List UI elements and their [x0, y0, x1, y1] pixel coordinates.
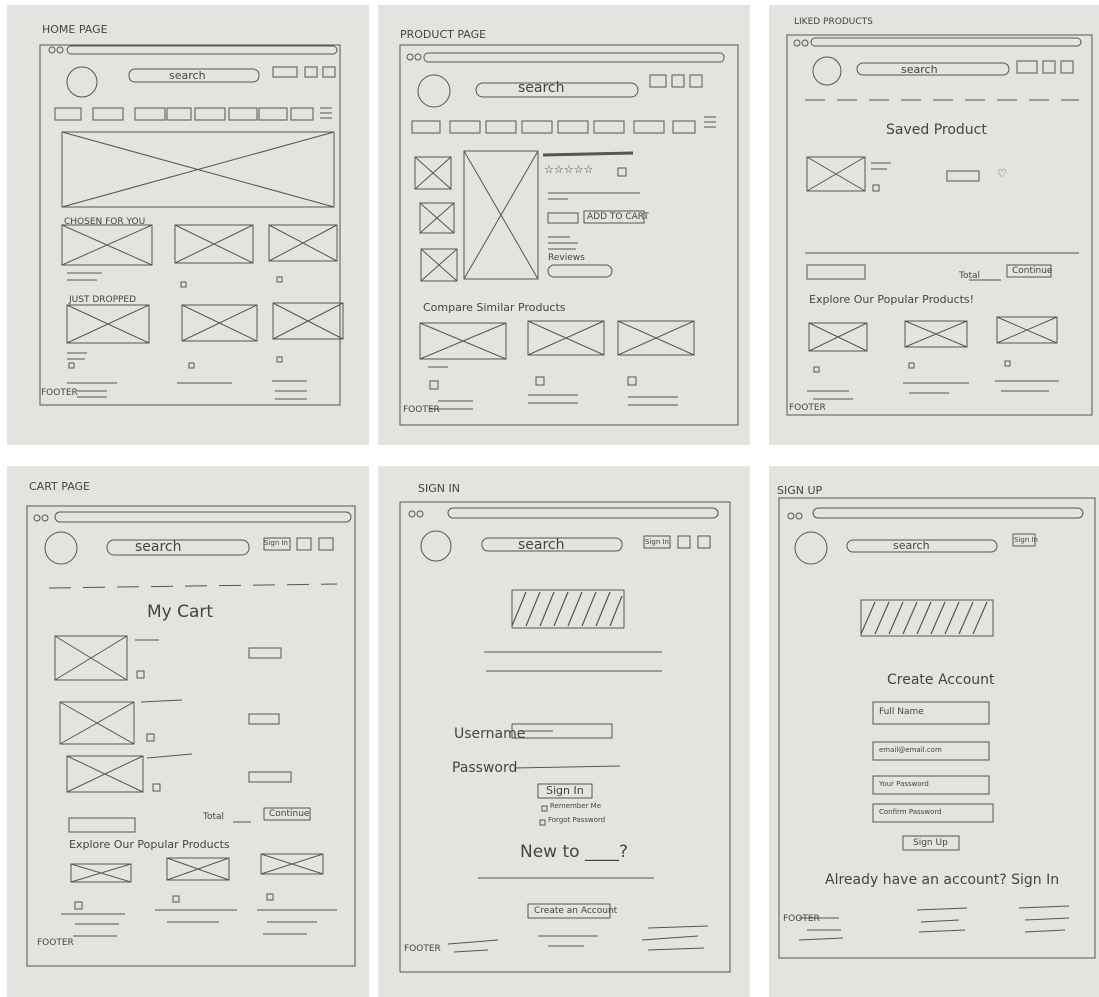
page-title: PRODUCT PAGE: [400, 28, 487, 41]
page-title: HOME PAGE: [42, 23, 108, 36]
already-have-account[interactable]: Already have an account? Sign In: [825, 872, 1059, 888]
search-bar-label: search: [169, 69, 206, 82]
sketch-product: PRODUCT PAGE search ☆☆☆☆☆ ADD TO CART Re…: [378, 5, 750, 445]
footer-label: FOOTER: [783, 914, 820, 924]
create-account-button[interactable]: Create an Account: [534, 906, 617, 916]
page-title: CART PAGE: [29, 480, 90, 493]
password-label: Password: [452, 760, 518, 776]
footer-label: FOOTER: [37, 938, 74, 948]
sign-in-submit[interactable]: Sign In: [546, 784, 584, 797]
footer-label: FOOTER: [41, 388, 78, 398]
section-heading: JUST DROPPED: [69, 295, 137, 305]
add-to-cart-button[interactable]: ADD TO CART: [587, 212, 649, 222]
sign-up-button[interactable]: Sign Up: [913, 838, 948, 848]
page-title: SIGN IN: [418, 482, 460, 495]
sketch-home: HOME PAGE search CHOSEN FOR YOU JUST DRO…: [7, 5, 369, 445]
sketch-signin: SIGN IN search Sign In Username Password…: [378, 466, 750, 997]
search-bar-label: search: [135, 539, 182, 555]
sketch-liked: LIKED PRODUCTS search Saved Product ♡ To…: [769, 5, 1099, 445]
section-heading: Explore Our Popular Products!: [809, 293, 975, 306]
footer-label: FOOTER: [404, 944, 441, 954]
sign-in-button[interactable]: Sign In: [645, 538, 669, 546]
page-heading: Create Account: [887, 672, 995, 688]
section-heading: Explore Our Popular Products: [69, 838, 230, 851]
total-label: Total: [203, 812, 225, 822]
new-to-heading: New to ____?: [520, 842, 628, 862]
forgot-password[interactable]: Forgot Password: [548, 816, 605, 824]
reviews-link[interactable]: Reviews: [548, 253, 585, 263]
password-field[interactable]: Your Password: [879, 780, 929, 788]
sketch-signup: SIGN UP search Sign In Create Account Fu…: [769, 466, 1099, 997]
footer-label: FOOTER: [789, 403, 826, 413]
section-heading: Compare Similar Products: [423, 301, 566, 314]
page-title: SIGN UP: [777, 484, 823, 497]
username-label: Username: [454, 726, 526, 742]
heart-icon[interactable]: ♡: [997, 167, 1007, 180]
search-bar-label: search: [518, 80, 565, 96]
page-title: LIKED PRODUCTS: [794, 17, 873, 27]
total-label: Total ___: [959, 271, 997, 281]
full-name-field[interactable]: Full Name: [879, 707, 924, 717]
continue-button[interactable]: Continue: [1012, 266, 1052, 276]
sketch-cart: CART PAGE search Sign In My Cart Total C…: [7, 466, 369, 997]
continue-button[interactable]: Continue: [269, 809, 309, 819]
section-heading: CHOSEN FOR YOU: [64, 217, 146, 227]
page-heading: My Cart: [147, 602, 214, 622]
rating-stars: ☆☆☆☆☆: [544, 163, 594, 176]
search-bar-label: search: [901, 63, 938, 76]
email-field[interactable]: email@email.com: [879, 746, 942, 754]
search-bar-label: search: [518, 537, 565, 553]
footer-label: FOOTER: [403, 405, 440, 415]
remember-me[interactable]: Remember Me: [550, 802, 601, 810]
page-heading: Saved Product: [886, 122, 987, 138]
confirm-password-field[interactable]: Confirm Password: [879, 808, 942, 816]
sign-in-button[interactable]: Sign In: [264, 539, 288, 547]
sign-in-button[interactable]: Sign In: [1014, 536, 1038, 544]
search-bar-label: search: [893, 539, 930, 552]
